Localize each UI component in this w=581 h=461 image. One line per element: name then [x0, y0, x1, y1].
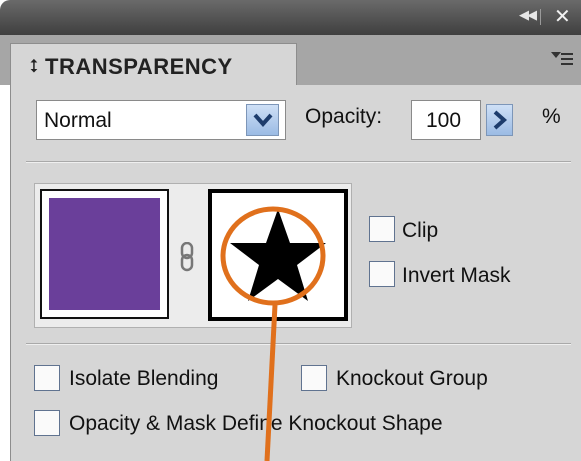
- panel-menu-button[interactable]: [551, 50, 573, 70]
- updown-arrows-icon: ⭥: [29, 56, 39, 77]
- divider: [26, 161, 571, 163]
- invert-mask-label: Invert Mask: [402, 264, 511, 287]
- opacity-input[interactable]: 100: [411, 100, 481, 140]
- opacity-slider-button[interactable]: [486, 104, 513, 136]
- clip-label: Clip: [402, 219, 439, 242]
- isolate-blending-label: Isolate Blending: [69, 367, 219, 390]
- blend-mode-value: Normal: [44, 109, 112, 132]
- artwork-thumbnail[interactable]: [40, 189, 169, 319]
- opacity-mask-thumbnail[interactable]: [208, 189, 348, 321]
- opacity-value: 100: [426, 109, 462, 132]
- tab-transparency[interactable]: ⭥ TRANSPARENCY: [10, 43, 297, 88]
- divider: [26, 343, 571, 345]
- artwork-fill-swatch: [49, 198, 160, 310]
- opacity-mask-knockout-checkbox[interactable]: [34, 410, 60, 436]
- blend-mode-dropdown[interactable]: Normal: [36, 100, 286, 140]
- blend-mode-dropdown-button[interactable]: [246, 104, 279, 136]
- thumbnail-area: [34, 183, 352, 328]
- opacity-label: Opacity:: [305, 105, 383, 128]
- opacity-unit: %: [542, 105, 561, 128]
- chevron-right-icon: [493, 110, 508, 130]
- clip-checkbox[interactable]: [369, 216, 395, 242]
- isolate-blending-checkbox[interactable]: [34, 365, 60, 391]
- chevron-down-icon: [253, 113, 273, 128]
- invert-mask-checkbox[interactable]: [369, 261, 395, 287]
- star-icon: [230, 209, 326, 301]
- panel-tabbar: ⭥ TRANSPARENCY: [0, 35, 581, 88]
- titlebar-separator: [540, 9, 541, 25]
- chain-link-icon[interactable]: [180, 242, 194, 272]
- double-chevron-left-icon: ◀◀: [519, 8, 537, 23]
- close-panel-button[interactable]: ✕: [554, 4, 571, 28]
- knockout-group-checkbox[interactable]: [301, 365, 327, 391]
- close-icon: ✕: [554, 4, 571, 28]
- transparency-panel: ◀◀ ✕ ⭥ TRANSPARENCY Normal Opacity: 100 …: [0, 0, 581, 461]
- collapse-panel-button[interactable]: ◀◀: [519, 8, 537, 23]
- panel-titlebar: ◀◀ ✕: [0, 0, 581, 35]
- panel-body: Normal Opacity: 100 % Clip Invert Mask I…: [10, 85, 581, 461]
- knockout-group-label: Knockout Group: [336, 367, 488, 390]
- panel-title: TRANSPARENCY: [45, 54, 233, 79]
- opacity-mask-knockout-label: Opacity & Mask Define Knockout Shape: [69, 412, 443, 435]
